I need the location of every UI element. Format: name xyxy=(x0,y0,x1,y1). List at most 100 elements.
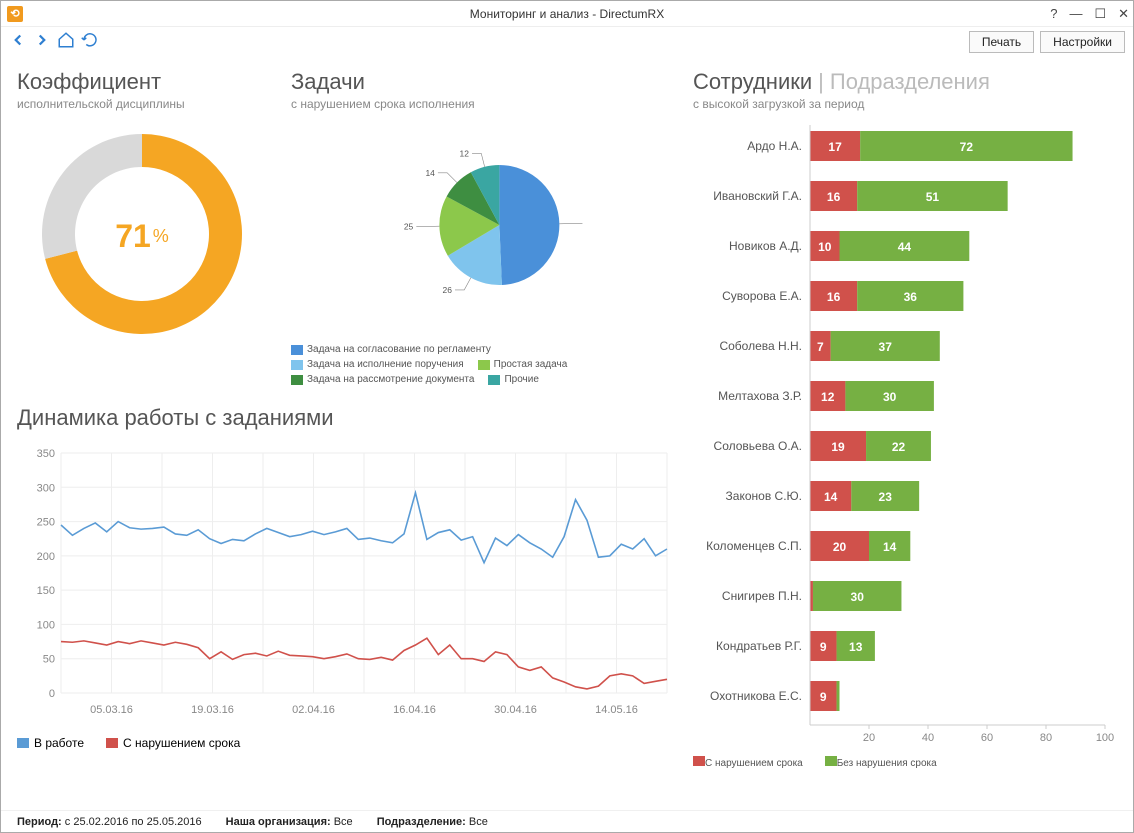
svg-text:80: 80 xyxy=(1040,732,1052,741)
svg-text:250: 250 xyxy=(37,517,55,529)
svg-text:14.05.16: 14.05.16 xyxy=(595,704,638,716)
line-legend-1: В работе xyxy=(34,736,84,750)
svg-text:13: 13 xyxy=(849,640,863,654)
window-title: Мониторинг и анализ - DirectumRX xyxy=(470,7,664,21)
svg-text:12: 12 xyxy=(821,390,835,404)
titlebar: ⟲ Мониторинг и анализ - DirectumRX ? — ☐… xyxy=(1,1,1133,27)
app-icon: ⟲ xyxy=(7,6,23,22)
svg-text:16: 16 xyxy=(827,290,841,304)
bars-legend-2: Без нарушения срока xyxy=(837,758,937,769)
svg-text:20: 20 xyxy=(833,540,847,554)
svg-text:Законов С.Ю.: Законов С.Ю. xyxy=(726,489,802,503)
pie-chart: 7526251412 xyxy=(384,125,584,330)
bars-legend: С нарушением срока Без нарушения срока xyxy=(693,756,1117,769)
settings-button[interactable]: Настройки xyxy=(1040,31,1125,53)
svg-text:300: 300 xyxy=(37,482,55,494)
svg-text:72: 72 xyxy=(960,140,974,154)
svg-text:25: 25 xyxy=(404,222,414,232)
svg-text:7: 7 xyxy=(817,340,824,354)
svg-text:Соболева Н.Н.: Соболева Н.Н. xyxy=(719,339,802,353)
maximize-icon[interactable]: ☐ xyxy=(1094,6,1106,22)
svg-text:30.04.16: 30.04.16 xyxy=(494,704,537,716)
svg-text:150: 150 xyxy=(37,585,55,597)
svg-text:51: 51 xyxy=(926,190,940,204)
svg-text:Новиков А.Д.: Новиков А.Д. xyxy=(729,239,802,253)
svg-text:100: 100 xyxy=(1096,732,1114,741)
svg-text:16.04.16: 16.04.16 xyxy=(393,704,436,716)
window-controls: ? — ☐ ✕ xyxy=(1050,6,1129,22)
pie-legend-item: Простая задача xyxy=(478,359,568,370)
svg-text:36: 36 xyxy=(904,290,918,304)
svg-text:19.03.16: 19.03.16 xyxy=(191,704,234,716)
svg-text:Ардо Н.А.: Ардо Н.А. xyxy=(747,139,802,153)
pie-subtitle: с нарушением срока исполнения xyxy=(291,97,677,111)
svg-text:16: 16 xyxy=(827,190,841,204)
svg-text:44: 44 xyxy=(898,240,912,254)
svg-text:Суворова Е.А.: Суворова Е.А. xyxy=(722,289,802,303)
svg-text:12: 12 xyxy=(460,148,470,158)
svg-text:100: 100 xyxy=(37,619,55,631)
svg-text:23: 23 xyxy=(879,490,893,504)
line-chart: 05010015020025030035005.03.1619.03.1602.… xyxy=(17,443,677,728)
svg-text:14: 14 xyxy=(425,168,435,178)
pie-legend-item: Задача на рассмотрение документа xyxy=(291,374,474,385)
svg-text:60: 60 xyxy=(981,732,993,741)
bars-legend-1: С нарушением срока xyxy=(705,758,803,769)
svg-text:20: 20 xyxy=(863,732,875,741)
svg-text:10: 10 xyxy=(818,240,832,254)
status-dept: Подразделение: Все xyxy=(377,816,488,828)
statusbar: Период: с 25.02.2016 по 25.05.2016 Наша … xyxy=(1,810,1133,832)
svg-text:9: 9 xyxy=(820,690,827,704)
svg-text:0: 0 xyxy=(49,688,55,700)
svg-text:14: 14 xyxy=(824,490,838,504)
svg-text:19: 19 xyxy=(831,440,845,454)
donut-percent: % xyxy=(153,226,169,247)
svg-text:Коломенцев С.П.: Коломенцев С.П. xyxy=(706,539,802,553)
employees-widget: Сотрудники|Подразделения с высокой загру… xyxy=(693,69,1117,806)
help-icon[interactable]: ? xyxy=(1050,6,1057,22)
forward-icon[interactable] xyxy=(33,31,51,54)
svg-text:26: 26 xyxy=(443,285,453,295)
refresh-icon[interactable] xyxy=(81,31,99,54)
status-org: Наша организация: Все xyxy=(226,816,353,828)
status-period: Период: с 25.02.2016 по 25.05.2016 xyxy=(17,816,202,828)
donut-value: 71 xyxy=(115,218,151,255)
pie-legend-item: Задача на исполнение поручения xyxy=(291,359,464,370)
pie-legend: Задача на согласование по регламенту Зада… xyxy=(291,344,677,385)
line-title: Динамика работы с заданиями xyxy=(17,405,677,431)
svg-text:30: 30 xyxy=(883,390,897,404)
svg-text:22: 22 xyxy=(892,440,906,454)
pie-legend-item: Задача на согласование по регламенту xyxy=(291,344,491,355)
close-icon[interactable]: ✕ xyxy=(1118,6,1129,22)
svg-text:Снигирев П.Н.: Снигирев П.Н. xyxy=(722,589,802,603)
svg-text:9: 9 xyxy=(820,640,827,654)
minimize-icon[interactable]: — xyxy=(1069,6,1082,22)
employees-subtitle: с высокой загрузкой за период xyxy=(693,97,1117,111)
back-icon[interactable] xyxy=(9,31,27,54)
svg-text:350: 350 xyxy=(37,448,55,460)
tab-employees[interactable]: Сотрудники xyxy=(693,69,812,94)
print-button[interactable]: Печать xyxy=(969,31,1034,53)
svg-text:Охотникова Е.С.: Охотникова Е.С. xyxy=(710,689,802,703)
toolbar: Печать Настройки xyxy=(1,27,1133,57)
svg-text:Мелтахова З.Р.: Мелтахова З.Р. xyxy=(718,389,802,403)
svg-text:17: 17 xyxy=(828,140,842,154)
svg-text:Соловьева О.А.: Соловьева О.А. xyxy=(714,439,802,453)
svg-text:200: 200 xyxy=(37,551,55,563)
line-widget: Динамика работы с заданиями 0 50 100 150 200… xyxy=(17,405,677,750)
home-icon[interactable] xyxy=(57,31,75,54)
employees-bar-chart: Ардо Н.А. 17 72 Ивановский Г.А. 16 51 Новиков … xyxy=(693,111,1117,746)
tab-departments[interactable]: Подразделения xyxy=(830,69,990,94)
donut-subtitle: исполнительской дисциплины xyxy=(17,97,267,111)
line-legend: В работе С нарушением срока xyxy=(17,736,677,750)
donut-widget: Коэффициент исполнительской дисциплины 7… xyxy=(17,69,267,385)
svg-text:50: 50 xyxy=(43,654,55,666)
donut-chart: 71 % xyxy=(37,129,247,344)
svg-text:02.04.16: 02.04.16 xyxy=(292,704,335,716)
svg-text:30: 30 xyxy=(851,590,865,604)
svg-text:14: 14 xyxy=(883,540,897,554)
line-legend-2: С нарушением срока xyxy=(123,736,240,750)
main: Коэффициент исполнительской дисциплины 7… xyxy=(1,57,1133,810)
svg-text:Ивановский Г.А.: Ивановский Г.А. xyxy=(713,189,802,203)
pie-legend-item: Прочие xyxy=(488,374,538,385)
